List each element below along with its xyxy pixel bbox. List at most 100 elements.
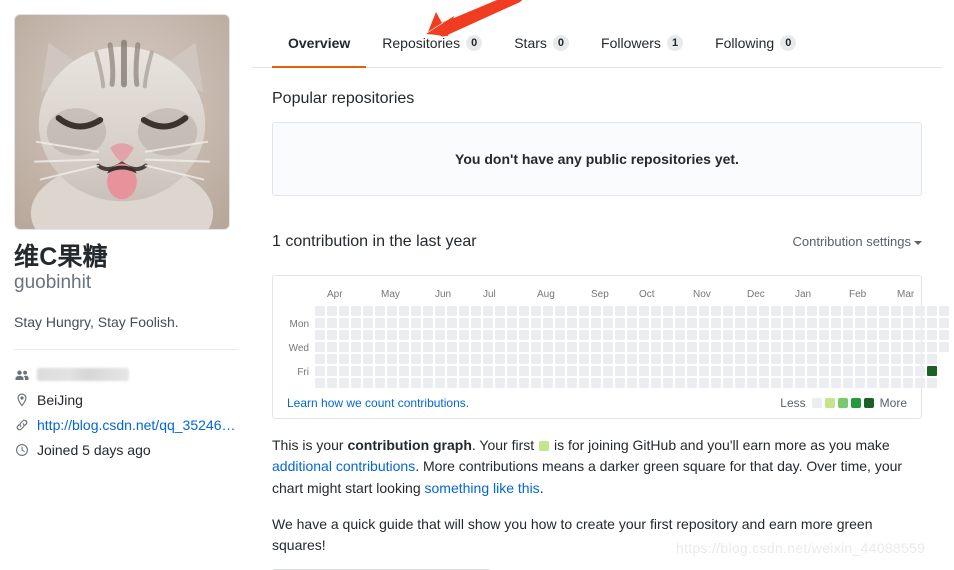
contribution-day-cell[interactable] [471,353,481,364]
contribution-day-cell[interactable] [627,305,637,316]
contribution-day-cell[interactable] [435,377,445,388]
contribution-day-cell[interactable] [771,341,781,352]
contribution-day-cell[interactable] [663,353,673,364]
contribution-day-cell[interactable] [411,341,421,352]
contribution-day-cell[interactable] [771,329,781,340]
contribution-day-cell[interactable] [315,341,325,352]
contribution-day-cell[interactable] [747,317,757,328]
contribution-day-cell[interactable] [399,317,409,328]
contribution-day-cell[interactable] [351,305,361,316]
contribution-day-cell[interactable] [651,353,661,364]
contribution-day-cell[interactable] [507,317,517,328]
contribution-day-cell[interactable] [807,353,817,364]
contribution-day-cell[interactable] [663,317,673,328]
contribution-day-cell[interactable] [543,353,553,364]
contribution-day-cell[interactable] [927,365,937,376]
contribution-day-cell[interactable] [387,365,397,376]
contribution-day-cell[interactable] [735,305,745,316]
contribution-day-cell[interactable] [315,377,325,388]
contribution-day-cell[interactable] [555,377,565,388]
website-link[interactable]: http://blog.csdn.net/qq_35246… [37,417,235,433]
contribution-day-cell[interactable] [867,365,877,376]
contribution-day-cell[interactable] [567,341,577,352]
contribution-day-cell[interactable] [615,377,625,388]
contribution-day-cell[interactable] [807,329,817,340]
contribution-day-cell[interactable] [903,329,913,340]
contribution-day-cell[interactable] [903,377,913,388]
contribution-day-cell[interactable] [807,317,817,328]
contribution-day-cell[interactable] [555,365,565,376]
contribution-day-cell[interactable] [783,317,793,328]
contribution-day-cell[interactable] [639,329,649,340]
contribution-day-cell[interactable] [459,317,469,328]
contribution-day-cell[interactable] [675,365,685,376]
contribution-day-cell[interactable] [627,377,637,388]
contribution-day-cell[interactable] [483,377,493,388]
contribution-day-cell[interactable] [411,365,421,376]
contribution-day-cell[interactable] [603,365,613,376]
contribution-day-cell[interactable] [399,377,409,388]
contribution-day-cell[interactable] [423,341,433,352]
contribution-day-cell[interactable] [531,341,541,352]
contribution-day-cell[interactable] [639,377,649,388]
contribution-day-cell[interactable] [567,377,577,388]
contribution-day-cell[interactable] [663,377,673,388]
contribution-day-cell[interactable] [795,317,805,328]
contribution-day-cell[interactable] [675,353,685,364]
contribution-day-cell[interactable] [831,353,841,364]
contribution-day-cell[interactable] [411,377,421,388]
contribution-day-cell[interactable] [567,365,577,376]
contribution-day-cell[interactable] [651,341,661,352]
contribution-day-cell[interactable] [759,365,769,376]
contribution-day-cell[interactable] [375,377,385,388]
contribution-day-cell[interactable] [531,365,541,376]
contribution-day-cell[interactable] [843,365,853,376]
contribution-day-cell[interactable] [495,329,505,340]
contribution-day-cell[interactable] [927,377,937,388]
contribution-day-cell[interactable] [495,377,505,388]
contribution-day-cell[interactable] [843,341,853,352]
contribution-day-cell[interactable] [843,377,853,388]
contribution-day-cell[interactable] [651,329,661,340]
contribution-day-cell[interactable] [555,317,565,328]
contribution-day-cell[interactable] [795,365,805,376]
contribution-day-cell[interactable] [615,341,625,352]
additional-contributions-link[interactable]: additional contributions [272,458,415,474]
contribution-day-cell[interactable] [675,305,685,316]
contribution-day-cell[interactable] [447,329,457,340]
contribution-day-cell[interactable] [891,341,901,352]
contribution-day-cell[interactable] [723,329,733,340]
contribution-day-cell[interactable] [507,353,517,364]
contribution-day-cell[interactable] [399,341,409,352]
contribution-day-cell[interactable] [687,305,697,316]
contribution-day-cell[interactable] [867,377,877,388]
contribution-day-cell[interactable] [495,365,505,376]
contribution-day-cell[interactable] [723,365,733,376]
contribution-day-cell[interactable] [603,377,613,388]
contribution-day-cell[interactable] [555,341,565,352]
contribution-day-cell[interactable] [411,329,421,340]
contribution-day-cell[interactable] [915,377,925,388]
contribution-day-cell[interactable] [507,377,517,388]
contribution-day-cell[interactable] [435,341,445,352]
contribution-day-cell[interactable] [819,365,829,376]
contribution-day-cell[interactable] [363,317,373,328]
contribution-day-cell[interactable] [651,365,661,376]
contribution-day-cell[interactable] [363,377,373,388]
contribution-day-cell[interactable] [447,377,457,388]
contribution-day-cell[interactable] [687,377,697,388]
contribution-day-cell[interactable] [315,365,325,376]
contribution-day-cell[interactable] [639,365,649,376]
contribution-day-cell[interactable] [387,317,397,328]
contribution-day-cell[interactable] [867,317,877,328]
contribution-day-cell[interactable] [471,317,481,328]
contribution-day-cell[interactable] [855,317,865,328]
contribution-day-cell[interactable] [759,305,769,316]
contribution-day-cell[interactable] [699,377,709,388]
contribution-day-cell[interactable] [879,365,889,376]
contribution-day-cell[interactable] [579,377,589,388]
contribution-day-cell[interactable] [855,365,865,376]
contribution-day-cell[interactable] [399,305,409,316]
contribution-day-cell[interactable] [567,317,577,328]
contribution-day-cell[interactable] [939,305,949,316]
